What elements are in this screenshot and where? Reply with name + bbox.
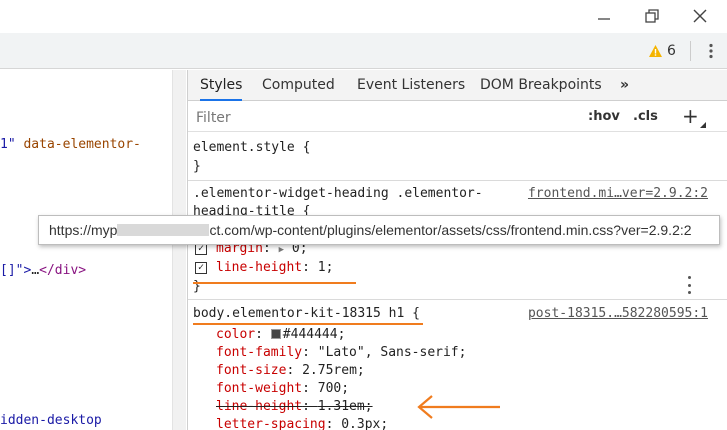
tab-event-listeners[interactable]: Event Listeners <box>357 70 465 101</box>
warning-count: 6 <box>667 43 676 59</box>
attr-value: idden-desktop <box>0 413 102 428</box>
hov-toggle[interactable]: :hov <box>588 109 620 124</box>
closing-tag: </div> <box>39 263 87 278</box>
toolbar-divider <box>690 41 691 61</box>
new-style-rule-button[interactable]: + <box>682 104 699 128</box>
tooltip-url-end: ct.com/wp-content/plugins/elementor/asse… <box>209 222 692 238</box>
property-name: font-weight <box>216 381 303 396</box>
rule-open-brace: { <box>412 306 420 321</box>
annotation-underline <box>193 282 356 284</box>
rule-close-brace: } <box>193 159 201 174</box>
attr-value: []"> <box>0 263 32 278</box>
property-value: #444444; <box>282 327 346 342</box>
styles-filter-bar: :hov .cls + <box>188 102 727 132</box>
property-name: font-size <box>216 363 287 378</box>
annotation-underline <box>193 323 423 325</box>
attr-value: 1" <box>0 137 16 152</box>
rule-selector-line[interactable]: body.elementor-kit-18315 h1 { <box>193 306 420 321</box>
property-value: "Lato", Sans-serif; <box>317 345 467 360</box>
colon: : <box>286 363 303 378</box>
style-rule-element-style: element.style { } <box>188 133 727 181</box>
cls-toggle[interactable]: .cls <box>633 109 658 124</box>
rule-selector[interactable]: element.style { <box>193 140 310 155</box>
property-name: font-family <box>216 345 303 360</box>
property-value: 1.31em; <box>317 399 373 414</box>
dom-line[interactable]: []">…</div> <box>0 263 86 278</box>
tab-dom-breakpoints[interactable]: DOM Breakpoints <box>480 70 602 101</box>
colon: : <box>325 417 342 430</box>
annotation-arrow-icon <box>417 395 500 419</box>
css-property-color[interactable]: color: #444444; <box>216 327 345 342</box>
close-icon[interactable] <box>682 2 718 30</box>
kebab-icon[interactable] <box>704 40 718 62</box>
css-property-font-weight[interactable]: font-weight: 700; <box>216 381 349 396</box>
css-property-font-size[interactable]: font-size: 2.75rem; <box>216 363 365 378</box>
styles-sidebar: Styles Computed Event Listeners DOM Brea… <box>187 70 727 430</box>
elements-panel: 1" data-elementor- []">…</div> idden-des… <box>0 70 186 430</box>
rule-source-link[interactable]: frontend.mi…ver=2.9.2:2 <box>528 186 708 201</box>
elements-scrollbar[interactable] <box>172 70 186 430</box>
minimize-icon[interactable] <box>586 2 622 30</box>
restore-icon[interactable] <box>634 2 670 30</box>
rule-source-link[interactable]: post-18315.…582280595:1 <box>528 306 708 321</box>
filter-input[interactable] <box>196 107 576 129</box>
property-name: line-height <box>216 260 303 275</box>
property-name: line-height <box>216 399 303 414</box>
dom-line[interactable]: idden-desktop <box>0 413 102 428</box>
rule-selector[interactable]: .elementor-widget-heading .elementor- <box>193 186 483 201</box>
warning-icon <box>649 45 662 57</box>
more-tabs-button[interactable]: » <box>620 70 629 101</box>
property-value: 700; <box>317 381 350 396</box>
css-property-letter-spacing[interactable]: letter-spacing: 0.3px; <box>216 417 388 430</box>
property-name: letter-spacing <box>216 417 326 430</box>
redacted-text <box>117 224 210 236</box>
ellipsis-text: … <box>31 263 40 278</box>
property-name: color <box>216 327 256 342</box>
sidebar-tabs: Styles Computed Event Listeners DOM Brea… <box>188 70 727 101</box>
property-value: 0.3px; <box>341 417 389 430</box>
tooltip-url-start: https://myp <box>49 222 118 238</box>
colon: : <box>302 399 318 414</box>
devtools-toolbar: 6 <box>0 33 727 69</box>
attr-name: data-elementor- <box>23 137 141 152</box>
tab-styles[interactable]: Styles <box>200 70 243 101</box>
color-swatch-icon[interactable] <box>270 329 281 339</box>
property-value: 2.75rem; <box>302 363 365 378</box>
source-url-tooltip: https://myp ct.com/wp-content/plugins/ele… <box>38 215 720 245</box>
css-property-line-height[interactable]: line-height: 1; <box>216 260 333 275</box>
colon: : <box>302 381 318 396</box>
css-property-line-height-overridden[interactable]: line-height: 1.31em; <box>216 399 373 414</box>
rule-menu-icon[interactable] <box>686 276 692 294</box>
property-value: 1; <box>317 260 334 275</box>
window-titlebar <box>0 0 727 33</box>
rule-selector: body.elementor-kit-18315 h1 <box>193 306 405 321</box>
colon: : <box>302 260 318 275</box>
dom-line[interactable]: 1" data-elementor- <box>0 137 141 152</box>
colon: : <box>255 327 271 342</box>
property-checkbox[interactable]: ✓ <box>195 262 207 274</box>
corner-marker-icon <box>700 122 706 128</box>
colon: : <box>302 345 318 360</box>
tab-computed[interactable]: Computed <box>262 70 335 101</box>
warnings-counter[interactable]: 6 <box>648 41 676 61</box>
expand-triangle-icon[interactable]: ▶ <box>279 245 284 255</box>
css-property-font-family[interactable]: font-family: "Lato", Sans-serif; <box>216 345 466 360</box>
